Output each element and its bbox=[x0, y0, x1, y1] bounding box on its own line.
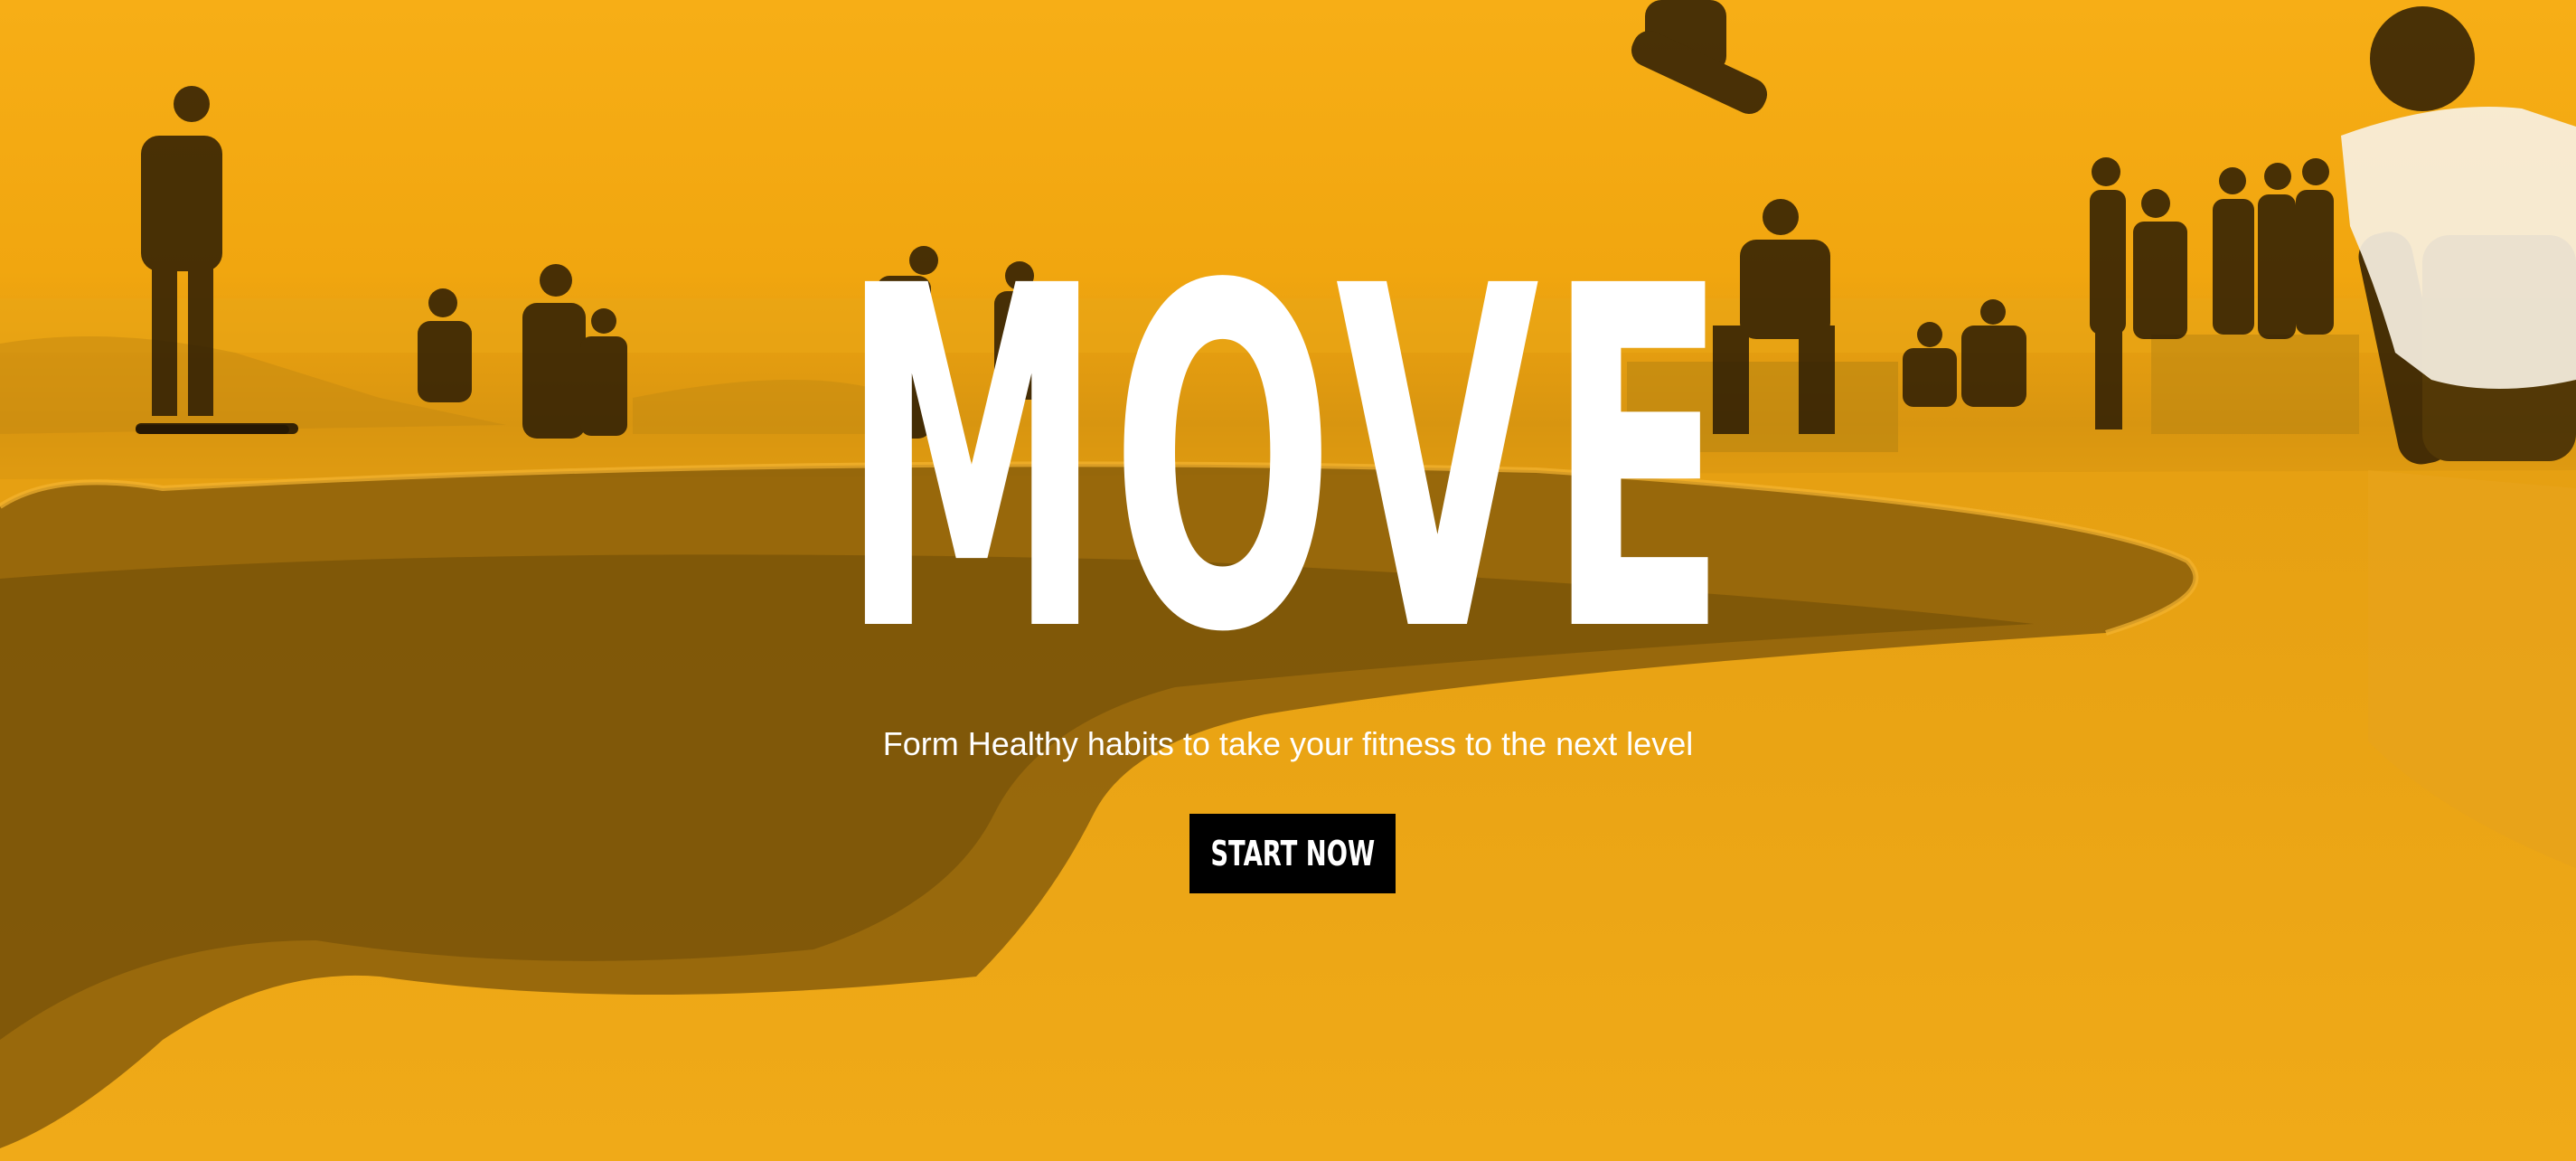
start-now-button-label: START NOW bbox=[1210, 834, 1375, 873]
hero-subtitle: Form Healthy habits to take your fitness… bbox=[882, 725, 1694, 762]
start-now-button[interactable]: START NOW bbox=[1189, 814, 1396, 893]
hero-title: MOVE bbox=[841, 187, 1735, 735]
hero-section: MOVE Form Healthy habits to take your fi… bbox=[0, 0, 2576, 1161]
